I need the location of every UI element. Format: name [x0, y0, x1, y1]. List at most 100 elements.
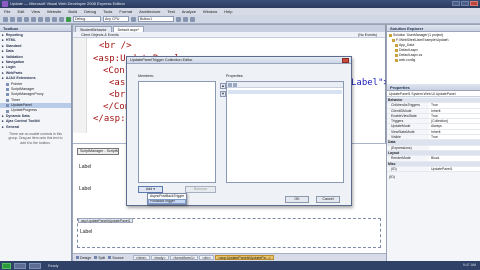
save-all-icon[interactable]: [24, 16, 29, 22]
find-combo[interactable]: Button1: [138, 16, 174, 22]
split-view-button[interactable]: Split: [94, 256, 105, 260]
menu-item-debug[interactable]: Debug: [84, 9, 96, 14]
menu-item-website[interactable]: Website: [47, 9, 61, 14]
property-value[interactable]: (Collection): [429, 119, 480, 124]
platform-combo[interactable]: Any CPU: [103, 16, 129, 22]
right-panels: Solution Explorer Solution 'UserManager'…: [387, 25, 480, 261]
members-list[interactable]: [138, 81, 216, 183]
toolbox-icon[interactable]: [190, 16, 195, 22]
property-value[interactable]: [429, 145, 480, 150]
solution-tree-item[interactable]: web.config: [389, 58, 478, 63]
property-value[interactable]: True: [429, 103, 480, 108]
start-button[interactable]: [2, 262, 11, 269]
open-file-icon[interactable]: [10, 16, 15, 22]
undo-icon[interactable]: [52, 16, 57, 22]
menu-item-help[interactable]: Help: [224, 9, 232, 14]
solution-config-combo[interactable]: Debug: [73, 16, 101, 22]
control-icon: [6, 93, 9, 97]
window-title: Update — Microsoft Visual Web Developer …: [10, 1, 125, 6]
add-button[interactable]: Add ▾: [138, 186, 163, 193]
toolbox-panel: Toolbox ▸ Reporting ▸ HTML ▸ Standard ▸ Data ▸ Va…: [0, 25, 72, 261]
property-name: Behavior: [387, 98, 480, 103]
dialog-close-button[interactable]: [342, 58, 349, 63]
ok-button[interactable]: OK: [285, 196, 309, 203]
script-manager-control[interactable]: ScriptManager - ScriptManager1: [77, 148, 119, 155]
dropdown-arrow-icon: ▾: [153, 187, 156, 191]
property-name: (ID): [387, 166, 429, 172]
tag-crumb[interactable]: <body>: [150, 255, 169, 260]
document-tab[interactable]: StudentBehavior: [75, 26, 112, 32]
alphabetical-icon[interactable]: [233, 83, 237, 87]
update-panel-label[interactable]: Label: [80, 229, 92, 235]
property-value[interactable]: Inherit: [429, 129, 480, 135]
toolbox-item[interactable]: ▸ General: [0, 125, 71, 130]
clock: 9:47 AM: [462, 263, 476, 267]
property-name: RenderMode: [387, 156, 429, 161]
property-value[interactable]: Block: [429, 156, 480, 161]
save-icon[interactable]: [17, 16, 22, 22]
property-value[interactable]: Inherit: [429, 108, 480, 113]
design-view-button[interactable]: Design: [76, 256, 91, 260]
menu-item-build[interactable]: Build: [68, 9, 77, 14]
menu-item-file[interactable]: File: [4, 9, 10, 14]
property-value[interactable]: Always: [429, 124, 480, 129]
copy-icon[interactable]: [38, 16, 43, 22]
menu-item-test[interactable]: Test: [167, 9, 174, 14]
expand-icon: ▸: [2, 76, 4, 81]
source-view-button[interactable]: Source: [108, 256, 124, 260]
property-value[interactable]: True: [429, 113, 480, 119]
property-value[interactable]: UpdatePanel1: [429, 166, 480, 172]
update-panel-box[interactable]: asp:UpdatePanel#UpdatePanel1 Label: [77, 218, 381, 248]
tag-crumb[interactable]: <asp:UpdatePanel#UpdatePa...>: [214, 255, 274, 260]
new-project-icon[interactable]: [3, 16, 8, 22]
source-icon: [108, 256, 112, 259]
menu-option-postback-trigger[interactable]: PostBackTrigger: [148, 199, 186, 204]
menu-item-analyze[interactable]: Analyze: [182, 9, 196, 14]
cancel-button[interactable]: Cancel: [316, 196, 340, 203]
minimize-button[interactable]: [452, 1, 460, 6]
properties-object-combo[interactable]: UpdatePanel1 System.Web.UI.UpdatePanel: [387, 91, 480, 97]
properties-header: Properties: [387, 84, 480, 91]
menu-item-format[interactable]: Format: [119, 9, 132, 14]
taskbar-app-1[interactable]: [14, 262, 26, 269]
cut-icon[interactable]: [31, 16, 36, 22]
file-icon: [389, 34, 392, 37]
status-text: Ready: [48, 263, 59, 268]
taskbar-app-2[interactable]: [29, 262, 41, 269]
toolbox-header: Toolbox: [0, 25, 71, 32]
property-row[interactable]: (ID) UpdatePanel1: [387, 166, 480, 173]
events-combo[interactable]: (No Events): [358, 33, 377, 37]
tag-crumb[interactable]: <html>: [132, 255, 150, 260]
menu-item-tools[interactable]: Tools: [103, 9, 112, 14]
redo-icon[interactable]: [59, 16, 64, 22]
menu-item-view[interactable]: View: [31, 9, 40, 14]
property-name: Misc: [387, 161, 480, 166]
members-label: Members:: [138, 74, 154, 78]
design-label-2[interactable]: Label: [79, 186, 91, 192]
close-button[interactable]: [470, 1, 478, 6]
document-tab[interactable]: Default.aspx*: [112, 26, 144, 32]
remove-button[interactable]: Remove: [185, 186, 216, 193]
design-view-label: Design: [80, 255, 92, 260]
file-icon: [395, 44, 398, 47]
view-switch-bar: Design Split Source <html> <body> <form#fo…: [73, 253, 386, 261]
paste-icon[interactable]: [45, 16, 50, 22]
client-objects-combo[interactable]: Client Objects & Events: [81, 33, 119, 37]
menu-item-edit[interactable]: Edit: [17, 9, 24, 14]
design-label-1[interactable]: Label: [79, 164, 91, 170]
dialog-properties-grid[interactable]: [226, 81, 344, 183]
tag-crumb[interactable]: <div>: [199, 255, 214, 260]
dialog-properties-selection: [228, 90, 342, 94]
find-icon[interactable]: [131, 16, 136, 22]
tag-crumb[interactable]: <form#form1>: [169, 255, 199, 260]
control-icon: [6, 88, 9, 92]
property-value[interactable]: True: [429, 135, 480, 140]
split-icon: [94, 256, 98, 259]
solution-explorer-icon[interactable]: [176, 16, 181, 22]
maximize-button[interactable]: [461, 1, 469, 6]
properties-icon[interactable]: [183, 16, 188, 22]
menu-item-architecture[interactable]: Architecture: [139, 9, 160, 14]
start-debug-icon[interactable]: [66, 16, 71, 22]
categorized-icon[interactable]: [228, 83, 232, 87]
menu-item-window[interactable]: Window: [203, 9, 217, 14]
